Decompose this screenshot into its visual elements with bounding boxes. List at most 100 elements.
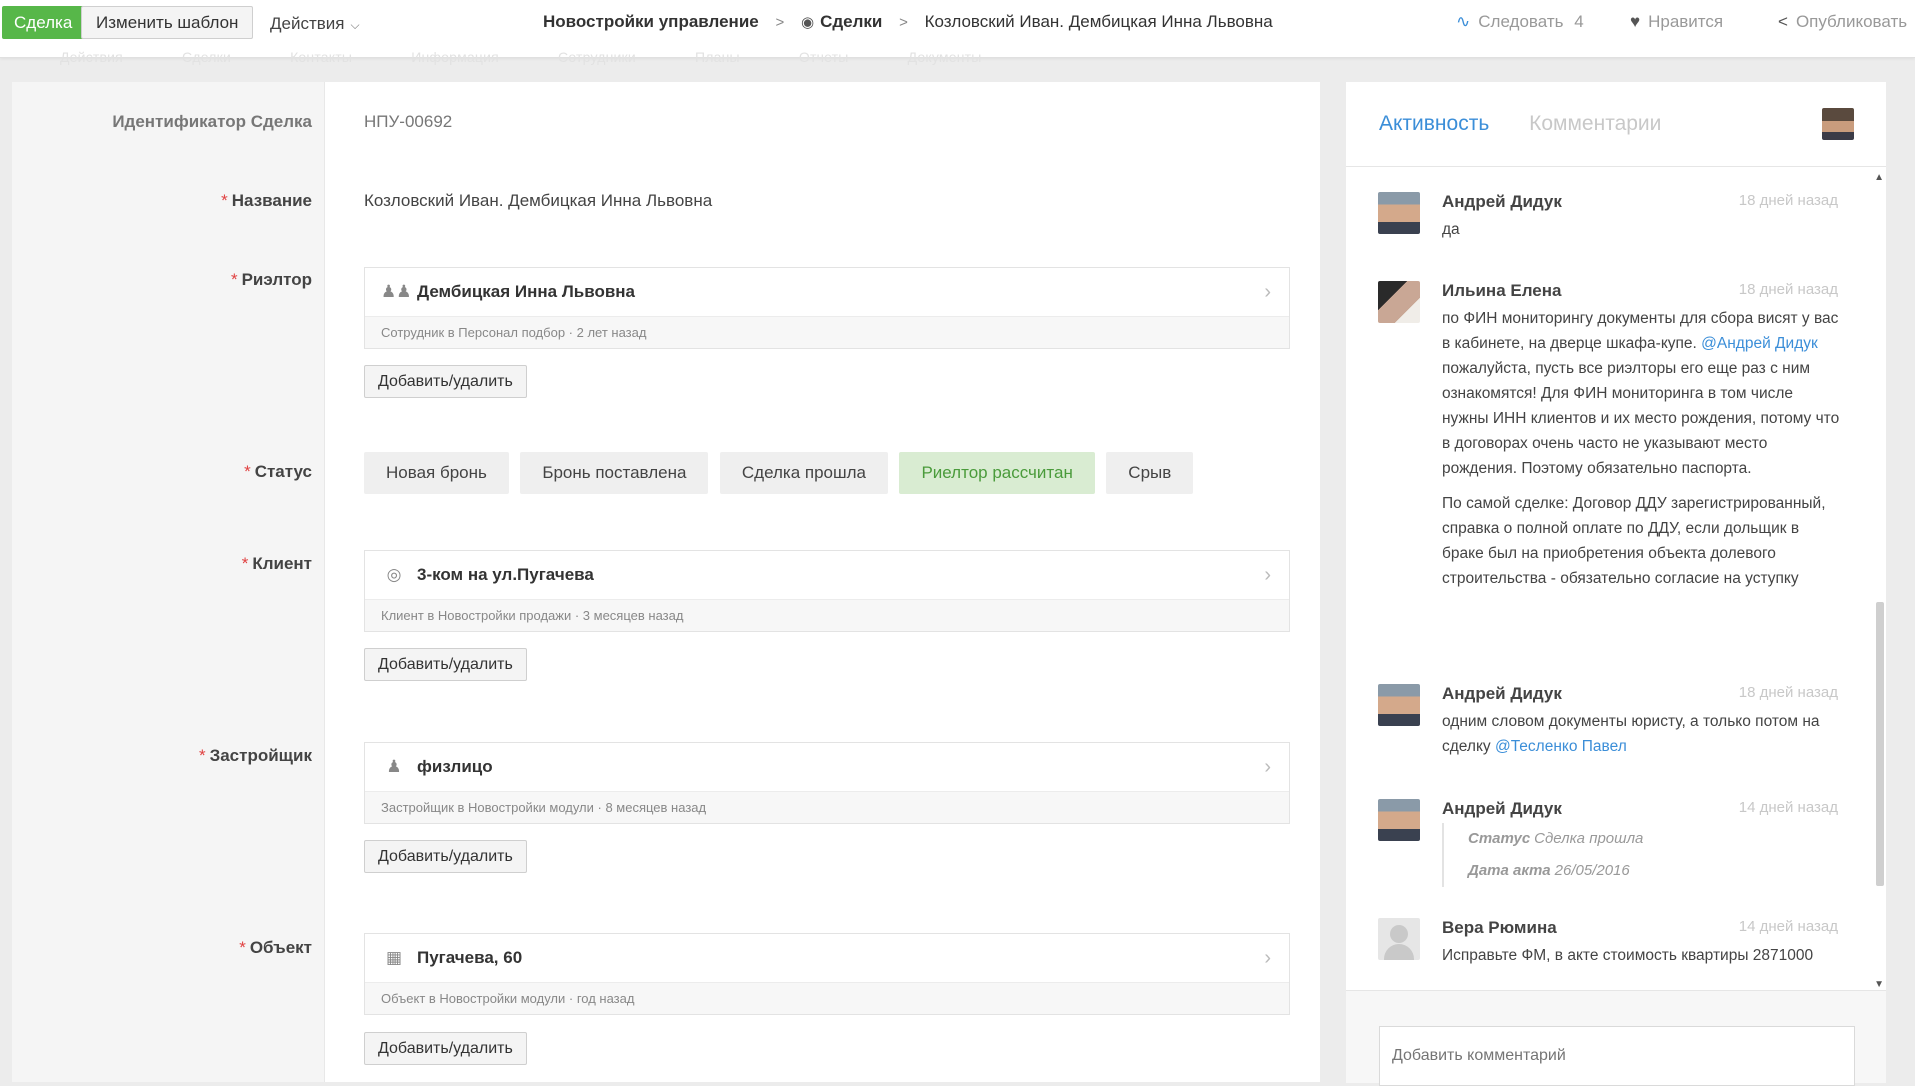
publish-button[interactable]: < Опубликовать bbox=[1778, 12, 1907, 32]
ghost-nav-item: Сотрудники bbox=[558, 49, 636, 65]
follow-button[interactable]: ∿ Следовать 4 bbox=[1456, 12, 1584, 32]
entry-text: одним словом документы юристу, а только … bbox=[1442, 709, 1842, 759]
avatar[interactable] bbox=[1822, 108, 1854, 140]
ghost-nav-item: Планы bbox=[694, 49, 740, 65]
developer-label: * Застройщик bbox=[198, 746, 312, 765]
developer-add-remove-button[interactable]: Добавить/удалить bbox=[364, 840, 527, 873]
chevron-right-icon: > bbox=[899, 14, 908, 31]
entry-time: 18 дней назад bbox=[1738, 684, 1838, 701]
object-card-subtitle: Объект в Новостройки модули · год назад bbox=[365, 983, 1289, 1014]
avatar[interactable] bbox=[1378, 918, 1420, 960]
realtor-card-subtitle: Сотрудник в Персонал подбор · 2 лет наза… bbox=[365, 317, 1289, 348]
entry-author[interactable]: Ильина Елена bbox=[1442, 281, 1561, 301]
mention-link[interactable]: @Андрей Дидук bbox=[1701, 335, 1818, 352]
comment-input[interactable] bbox=[1379, 1026, 1855, 1086]
label-column bbox=[12, 82, 325, 1082]
object-card-title[interactable]: ▦ Пугачева, 60 › bbox=[365, 934, 1289, 983]
breadcrumb-section[interactable]: Сделки bbox=[820, 12, 882, 31]
chevron-down-icon: ⌵ bbox=[350, 18, 360, 32]
like-button[interactable]: ♥ Нравится bbox=[1630, 12, 1723, 32]
tab-comments[interactable]: Комментарии bbox=[1529, 112, 1661, 135]
breadcrumb-app[interactable]: Новостройки управление bbox=[543, 12, 759, 31]
client-card[interactable]: ◎ 3-ком на ул.Пугачева › Клиент в Новостр… bbox=[364, 550, 1290, 632]
client-card-title[interactable]: ◎ 3-ком на ул.Пугачева › bbox=[365, 551, 1289, 600]
mention-link[interactable]: @Тесленко Павел bbox=[1495, 738, 1627, 755]
camera-icon: ◉ bbox=[800, 14, 815, 31]
realtor-card-title[interactable]: ♟♟ Дембицкая Инна Львовна › bbox=[365, 268, 1289, 317]
ghost-nav-item: Действия bbox=[60, 49, 123, 65]
divider bbox=[1346, 166, 1886, 167]
money-icon: ◎ bbox=[386, 565, 402, 584]
realtor-add-remove-button[interactable]: Добавить/удалить bbox=[364, 365, 527, 398]
status-option-selected[interactable]: Риелтор рассчитан bbox=[899, 452, 1095, 494]
status-option[interactable]: Бронь поставлена bbox=[520, 452, 709, 494]
people-icon: ♟♟ bbox=[381, 282, 412, 301]
entry-text-part: пожалуйста, пусть все риэлторы его еще р… bbox=[1442, 360, 1840, 477]
entity-type-button[interactable]: Сделка bbox=[2, 6, 85, 39]
avatar[interactable] bbox=[1378, 192, 1420, 234]
rss-icon: ∿ bbox=[1456, 12, 1471, 31]
chevron-right-icon: › bbox=[1264, 756, 1271, 778]
required-mark: * bbox=[198, 746, 206, 765]
follow-count: 4 bbox=[1574, 12, 1584, 31]
entry-author[interactable]: Андрей Дидук bbox=[1442, 192, 1562, 212]
entry-author[interactable]: Вера Рюмина bbox=[1442, 918, 1557, 938]
developer-card-title[interactable]: ♟ физлицо › bbox=[365, 743, 1289, 792]
tab-activity[interactable]: Активность bbox=[1379, 112, 1489, 135]
entry-text: Исправьте ФМ, в акте стоимость квартиры … bbox=[1442, 947, 1814, 964]
actions-dropdown[interactable]: Действия ⌵ bbox=[270, 14, 360, 34]
record-form: Идентификатор Сделка НПУ-00692 * Название… bbox=[12, 82, 1320, 1082]
object-add-remove-button[interactable]: Добавить/удалить bbox=[364, 1032, 527, 1065]
ghost-nav-item: Сделки bbox=[182, 49, 231, 65]
ghost-nav-item: Контакты bbox=[290, 49, 353, 65]
avatar[interactable] bbox=[1378, 281, 1420, 323]
required-mark: * bbox=[244, 462, 251, 481]
chevron-right-icon: › bbox=[1264, 564, 1271, 586]
follow-label: Следовать bbox=[1478, 12, 1564, 31]
entry-text: да bbox=[1442, 221, 1460, 238]
id-value: НПУ-00692 bbox=[364, 112, 453, 131]
status-option[interactable]: Новая бронь bbox=[364, 452, 509, 494]
status-selector: Новая бронь Бронь поставлена Сделка прош… bbox=[364, 452, 1200, 494]
field-change-list: Статус Сделка прошла Дата акта 26/05/2016 bbox=[1442, 823, 1643, 887]
feed-scrollbar[interactable]: ▲ ▼ bbox=[1874, 172, 1886, 990]
entry-text-part: По самой сделке: Договор ДДУ зарегистрир… bbox=[1442, 495, 1826, 587]
scroll-up-icon[interactable]: ▲ bbox=[1874, 172, 1884, 183]
client-label: * Клиент bbox=[241, 554, 312, 573]
object-card[interactable]: ▦ Пугачева, 60 › Объект в Новостройки мод… bbox=[364, 933, 1290, 1015]
chevron-right-icon: › bbox=[1264, 281, 1271, 303]
chevron-right-icon: > bbox=[775, 14, 785, 31]
scroll-down-icon[interactable]: ▼ bbox=[1874, 979, 1884, 990]
entry-time: 14 дней назад bbox=[1738, 918, 1838, 935]
realtor-card[interactable]: ♟♟ Дембицкая Инна Львовна › Сотрудник в П… bbox=[364, 267, 1290, 349]
heart-icon: ♥ bbox=[1630, 12, 1641, 31]
avatar[interactable] bbox=[1378, 799, 1420, 841]
status-option[interactable]: Сделка прошла bbox=[719, 452, 888, 494]
avatar[interactable] bbox=[1378, 684, 1420, 726]
entry-time: 18 дней назад bbox=[1738, 192, 1838, 209]
entry-text: по ФИН мониторингу документы для сбора в… bbox=[1442, 306, 1842, 601]
object-label: * Объект bbox=[239, 938, 312, 957]
activity-panel: Активность Комментарии Андрей Дидук 18 д… bbox=[1346, 82, 1886, 1086]
realtor-label: * Риэлтор bbox=[230, 270, 312, 289]
building-icon: ▦ bbox=[385, 948, 403, 967]
field-change: Статус Сделка прошла bbox=[1468, 830, 1644, 847]
entry-author[interactable]: Андрей Дидук bbox=[1442, 684, 1562, 704]
status-option[interactable]: Срыв bbox=[1106, 452, 1194, 494]
client-add-remove-button[interactable]: Добавить/удалить bbox=[364, 648, 527, 681]
person-icon: ♟ bbox=[386, 757, 402, 776]
ghost-nav-item: Документы bbox=[907, 49, 982, 65]
breadcrumb-record: Козловский Иван. Дембицкая Инна Львовна bbox=[924, 12, 1273, 31]
scrollbar-thumb[interactable] bbox=[1876, 602, 1884, 886]
developer-card[interactable]: ♟ физлицо › Застройщик в Новостройки моду… bbox=[364, 742, 1290, 824]
publish-label: Опубликовать bbox=[1795, 12, 1908, 31]
breadcrumb: Новостройки управление > ◉ Сделки > Козло… bbox=[543, 12, 1273, 32]
name-value[interactable]: Козловский Иван. Дембицкая Инна Львовна bbox=[364, 191, 712, 211]
edit-template-button[interactable]: Изменить шаблон bbox=[81, 6, 254, 39]
entry-author[interactable]: Андрей Дидук bbox=[1442, 799, 1562, 819]
name-label: * Название bbox=[221, 191, 312, 210]
required-mark: * bbox=[239, 938, 246, 957]
like-label: Нравится bbox=[1648, 12, 1724, 31]
actions-label: Действия bbox=[270, 14, 345, 33]
entry-time: 14 дней назад bbox=[1738, 799, 1838, 816]
